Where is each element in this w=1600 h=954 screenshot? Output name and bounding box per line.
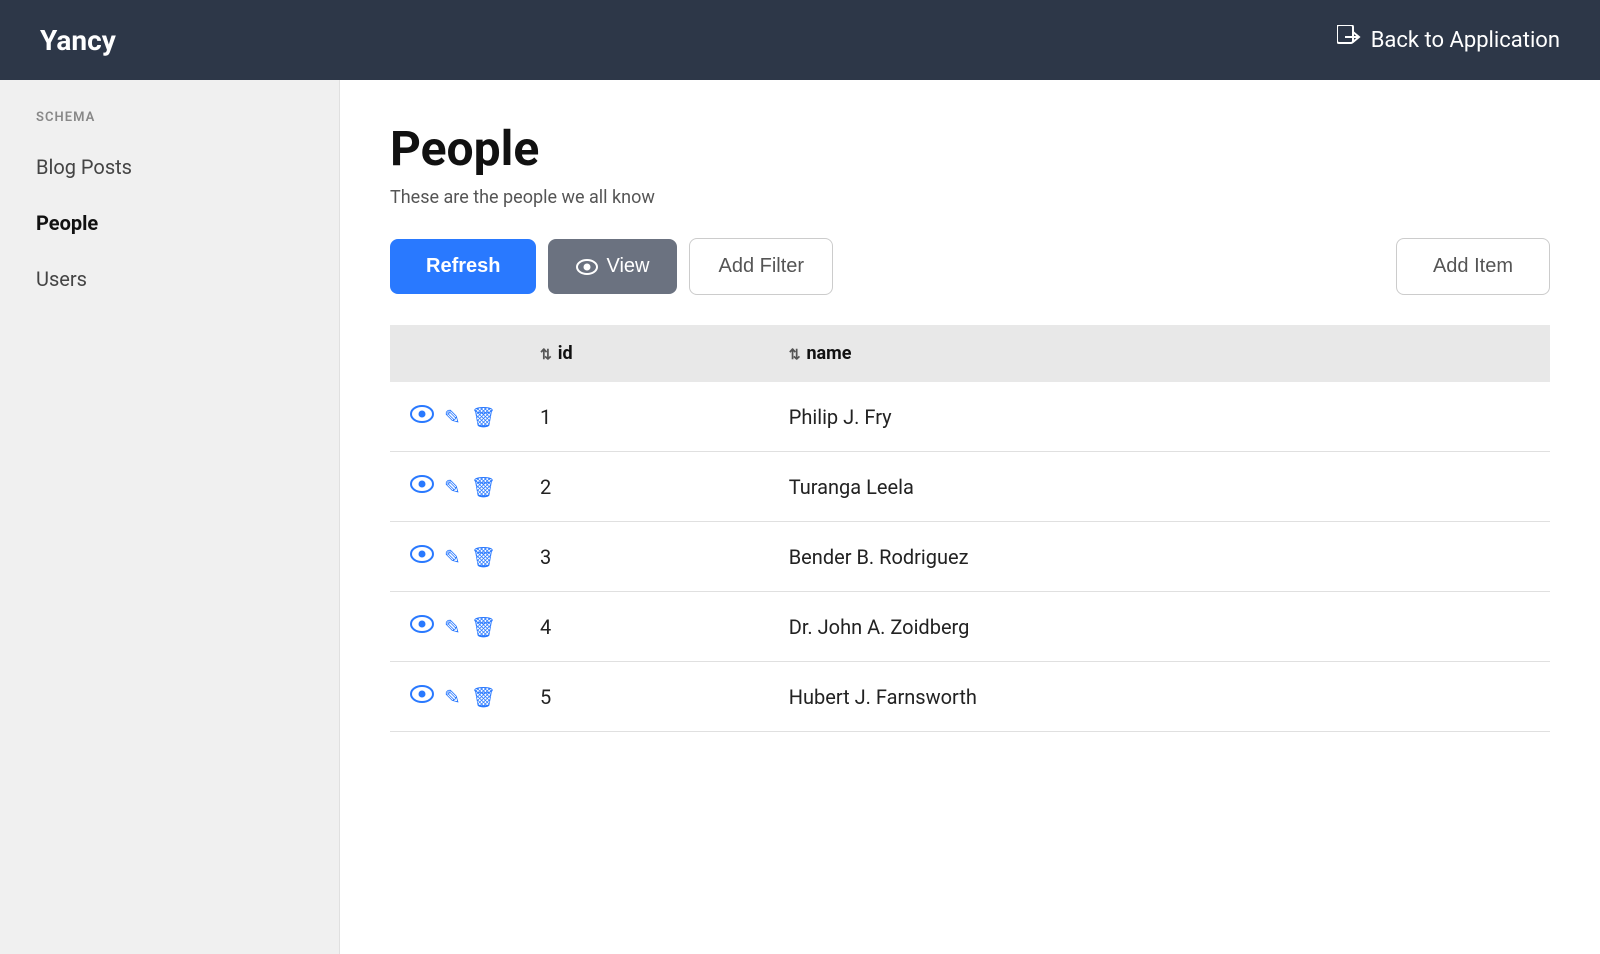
row-id: 1 — [520, 382, 769, 452]
row-actions-cell: ✎ 🗑 — [390, 662, 520, 732]
view-row-icon[interactable] — [410, 404, 434, 429]
row-id: 5 — [520, 662, 769, 732]
view-row-icon[interactable] — [410, 474, 434, 499]
sidebar: SCHEMA Blog Posts People Users — [0, 80, 340, 954]
table-header-row: ⇅id ⇅name — [390, 325, 1550, 382]
back-to-application-button[interactable]: Back to Application — [1337, 25, 1560, 55]
row-id: 4 — [520, 592, 769, 662]
add-filter-button[interactable]: Add Filter — [689, 238, 833, 295]
view-row-icon[interactable] — [410, 684, 434, 709]
toolbar: Refresh View Add Filter Add Item — [390, 238, 1550, 295]
row-id: 3 — [520, 522, 769, 592]
row-actions: ✎ 🗑 — [410, 684, 500, 709]
row-actions-cell: ✎ 🗑 — [390, 382, 520, 452]
row-actions: ✎ 🗑 — [410, 474, 500, 499]
back-label: Back to Application — [1371, 28, 1560, 53]
delete-row-icon[interactable]: 🗑 — [471, 475, 496, 499]
table-row: ✎ 🗑 2Turanga Leela — [390, 452, 1550, 522]
sidebar-item-users[interactable]: Users — [20, 253, 319, 305]
row-name: Philip J. Fry — [769, 382, 1550, 452]
row-id: 2 — [520, 452, 769, 522]
row-name: Dr. John A. Zoidberg — [769, 592, 1550, 662]
row-actions-cell: ✎ 🗑 — [390, 522, 520, 592]
sidebar-item-people[interactable]: People — [20, 197, 319, 249]
table-row: ✎ 🗑 4Dr. John A. Zoidberg — [390, 592, 1550, 662]
add-item-button[interactable]: Add Item — [1396, 238, 1550, 295]
eye-icon — [576, 259, 598, 275]
app-layout: SCHEMA Blog Posts People Users People Th… — [0, 80, 1600, 954]
view-button-label: View — [606, 255, 649, 278]
edit-row-icon[interactable]: ✎ — [444, 545, 461, 569]
row-name: Hubert J. Farnsworth — [769, 662, 1550, 732]
row-actions: ✎ 🗑 — [410, 544, 500, 569]
schema-label: SCHEMA — [20, 110, 319, 125]
delete-row-icon[interactable]: 🗑 — [471, 405, 496, 429]
row-actions: ✎ 🗑 — [410, 614, 500, 639]
table-body: ✎ 🗑 1Philip J. Fry ✎ 🗑 2Turanga Leela — [390, 382, 1550, 732]
view-button[interactable]: View — [548, 239, 677, 294]
row-name: Bender B. Rodriguez — [769, 522, 1550, 592]
edit-row-icon[interactable]: ✎ — [444, 615, 461, 639]
page-subtitle: These are the people we all know — [390, 187, 1550, 208]
delete-row-icon[interactable]: 🗑 — [471, 685, 496, 709]
row-name: Turanga Leela — [769, 452, 1550, 522]
delete-row-icon[interactable]: 🗑 — [471, 615, 496, 639]
table-row: ✎ 🗑 1Philip J. Fry — [390, 382, 1550, 452]
app-header: Yancy Back to Application — [0, 0, 1600, 80]
row-actions: ✎ 🗑 — [410, 404, 500, 429]
page-title: People — [390, 120, 1550, 177]
edit-row-icon[interactable]: ✎ — [444, 475, 461, 499]
delete-row-icon[interactable]: 🗑 — [471, 545, 496, 569]
sidebar-item-label: Users — [36, 267, 87, 291]
main-content: People These are the people we all know … — [340, 80, 1600, 954]
sidebar-item-label: People — [36, 211, 98, 235]
col-header-actions — [390, 325, 520, 382]
app-logo: Yancy — [40, 24, 116, 57]
sidebar-item-blog-posts[interactable]: Blog Posts — [20, 141, 319, 193]
edit-row-icon[interactable]: ✎ — [444, 685, 461, 709]
sort-id-icon: ⇅ — [540, 347, 552, 363]
view-row-icon[interactable] — [410, 544, 434, 569]
back-icon — [1337, 25, 1361, 55]
table-row: ✎ 🗑 5Hubert J. Farnsworth — [390, 662, 1550, 732]
col-header-id[interactable]: ⇅id — [520, 325, 769, 382]
row-actions-cell: ✎ 🗑 — [390, 592, 520, 662]
row-actions-cell: ✎ 🗑 — [390, 452, 520, 522]
sidebar-item-label: Blog Posts — [36, 155, 132, 179]
table-row: ✎ 🗑 3Bender B. Rodriguez — [390, 522, 1550, 592]
edit-row-icon[interactable]: ✎ — [444, 405, 461, 429]
col-header-name[interactable]: ⇅name — [769, 325, 1550, 382]
view-row-icon[interactable] — [410, 614, 434, 639]
refresh-button[interactable]: Refresh — [390, 239, 536, 294]
table-header: ⇅id ⇅name — [390, 325, 1550, 382]
people-table: ⇅id ⇅name ✎ 🗑 1Philip J. — [390, 325, 1550, 732]
sort-name-icon: ⇅ — [789, 347, 801, 363]
